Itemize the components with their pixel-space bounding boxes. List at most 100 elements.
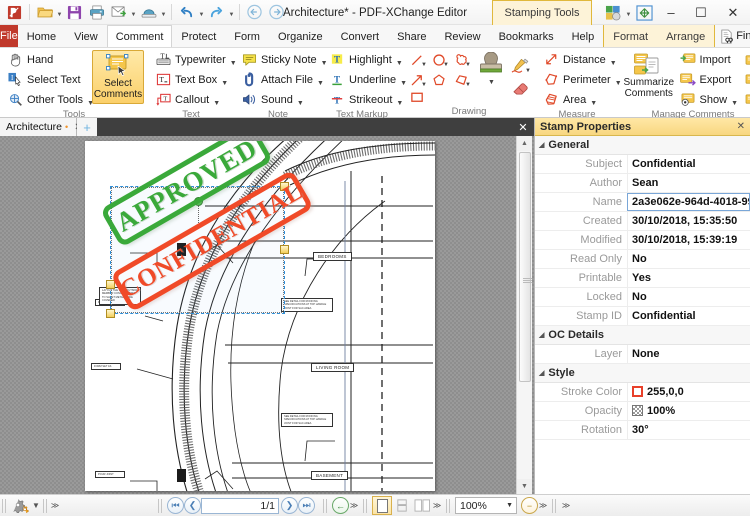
property-value[interactable]: No [627,287,750,307]
distance-dropdown-icon[interactable]: ▼ [610,60,617,69]
tab-view[interactable]: View [65,25,107,47]
tab-protect[interactable]: Protect [172,25,225,47]
zoom-dropdown-icon[interactable]: ▼ [506,502,513,509]
settings-overflow-icon[interactable]: ≫ [50,501,60,510]
view-mode-overflow-icon[interactable]: ≫ [432,501,442,510]
property-row-name[interactable]: Name 2a3e062e-964d-4018-99cf3a225b.. [535,193,750,212]
property-row-author[interactable]: Author Sean [535,173,750,193]
undo-icon[interactable] [176,2,197,23]
ribbon-item-perimeter[interactable]: Perimeter ▼ [540,70,625,89]
show-dropdown-icon[interactable]: ▼ [731,100,738,109]
rectangle-icon[interactable] [406,90,428,105]
arrow-dropdown-icon[interactable]: ▼ [421,82,427,88]
status-bar-overflow-icon[interactable]: ≫ [561,501,571,510]
cloud-dropdown-icon[interactable]: ▼ [465,62,471,68]
page-number-input[interactable]: 1/1 [201,497,279,514]
new-tab-button[interactable]: + [77,118,97,136]
close-button[interactable]: ✕ [716,0,750,25]
scroll-down-icon[interactable]: ▼ [517,479,532,494]
scan-icon[interactable] [138,2,159,23]
summarize-comments-button[interactable]: Summarize Comments [622,50,676,104]
property-value[interactable]: None [627,344,750,364]
tab-help[interactable]: Help [563,25,604,47]
property-value-wrap[interactable]: 255,0,0 [627,382,750,402]
property-row-printable[interactable]: Printable Yes [535,268,750,288]
theme-switch-icon[interactable] [601,2,625,24]
property-value[interactable]: 30° [627,420,750,440]
cloud-icon[interactable]: ▼ [450,50,472,70]
pdf-page[interactable]: BEDROOMS LIVING ROOM BASEMENT SEE DETAIL… [85,141,435,491]
tab-bookmarks[interactable]: Bookmarks [490,25,563,47]
zoom-overflow-icon[interactable]: ≫ [538,501,548,510]
callout-dropdown-icon[interactable]: ▼ [213,100,220,109]
ribbon-item-hand[interactable]: Hand [4,50,92,69]
ribbon-item-attach-file[interactable]: Attach File ▼ [238,70,331,89]
back-icon[interactable] [244,2,265,23]
tab-review[interactable]: Review [435,25,489,47]
first-page-icon[interactable]: ⏮ [167,497,184,514]
select-comments-button[interactable]: Select Comments [92,50,144,104]
line-dropdown-icon[interactable]: ▼ [421,62,427,68]
tab-comment[interactable]: Comment [106,25,173,47]
last-page-icon[interactable]: ⏭ [298,497,315,514]
email-icon[interactable] [108,2,129,23]
fullscreen-icon[interactable] [632,2,656,24]
property-row-layer[interactable]: Layer None [535,344,750,364]
open-icon[interactable] [34,2,55,23]
redo-icon[interactable] [206,2,227,23]
property-value[interactable]: Sean [627,173,750,193]
polyline-dropdown-icon[interactable]: ▼ [465,82,471,88]
print-icon[interactable] [86,2,107,23]
area-dropdown-icon[interactable]: ▼ [590,100,597,109]
pencil-dropdown-icon[interactable]: ▼ [525,68,531,74]
tab-arrange[interactable]: Arrange [657,25,714,47]
ribbon-item-highlight[interactable]: T Highlight ▼ [326,50,410,69]
close-document-pane-icon[interactable]: ✕ [512,118,534,136]
comment-styles-icon[interactable] [742,90,750,109]
document-view[interactable]: BEDROOMS LIVING ROOM BASEMENT SEE DETAIL… [0,136,534,494]
two-page-view-icon[interactable] [412,496,432,515]
arrow-icon[interactable]: ▼ [406,70,428,90]
property-value[interactable]: Confidential [627,154,750,174]
eraser-icon[interactable] [508,77,532,99]
open-dropdown-icon[interactable]: ▼ [56,2,63,23]
sound-dropdown-icon[interactable]: ▼ [297,100,304,109]
document-tab-architecture[interactable]: Architecture • ✕ [0,118,83,136]
text-box-dropdown-icon[interactable]: ▼ [221,80,228,89]
ribbon-item-sticky-note[interactable]: Sticky Note ▼ [238,50,331,69]
pencil-icon[interactable]: ▼ [508,54,532,76]
ribbon-item-other-tools[interactable]: Other Tools ▼ [4,90,94,109]
scan-dropdown-icon[interactable]: ▼ [160,2,167,23]
ribbon-item-import-comments[interactable]: Import [677,50,741,69]
next-page-icon[interactable]: ❯ [281,497,298,514]
maximize-button[interactable]: ☐ [686,0,716,25]
minimize-button[interactable]: – [656,0,686,25]
property-row-stamp-id[interactable]: Stamp ID Confidential [535,306,750,326]
prev-page-icon[interactable]: ❮ [184,497,201,514]
flatten-comments-icon[interactable] [742,50,750,69]
property-value[interactable]: Yes [627,268,750,288]
stroke-color-swatch[interactable] [632,385,643,397]
stamp-dropdown-icon[interactable]: ▼ [488,78,495,91]
property-row-read-only[interactable]: Read Only No [535,249,750,269]
navigate-back-icon[interactable]: ← [332,497,349,514]
delete-comments-icon[interactable] [742,70,750,89]
tab-format[interactable]: Format [604,25,657,47]
polyline-icon[interactable]: ▼ [450,70,472,90]
forward-icon[interactable] [266,2,287,23]
redo-dropdown-icon[interactable]: ▼ [228,2,235,23]
ribbon-item-strikeout[interactable]: T Strikeout ▼ [326,90,410,109]
property-value[interactable]: Confidential [627,306,750,326]
tab-form[interactable]: Form [225,25,269,47]
ribbon-item-text-box[interactable]: T Text Box ▼ [152,70,240,89]
zoom-out-icon[interactable]: − [521,497,538,514]
polygon-icon[interactable] [428,70,450,90]
resize-handle-bottom-left[interactable] [106,309,115,318]
ribbon-item-select-text[interactable]: I Select Text [4,70,92,89]
continuous-view-icon[interactable] [392,496,412,515]
ribbon-item-typewriter[interactable]: T Typewriter ▼ [152,50,240,69]
ribbon-item-underline[interactable]: T Underline ▼ [326,70,410,89]
tab-file[interactable]: File [0,25,18,47]
contextual-tab-stamping-tools[interactable]: Stamping Tools [492,0,592,25]
ribbon-item-callout[interactable]: T Callout ▼ [152,90,240,109]
